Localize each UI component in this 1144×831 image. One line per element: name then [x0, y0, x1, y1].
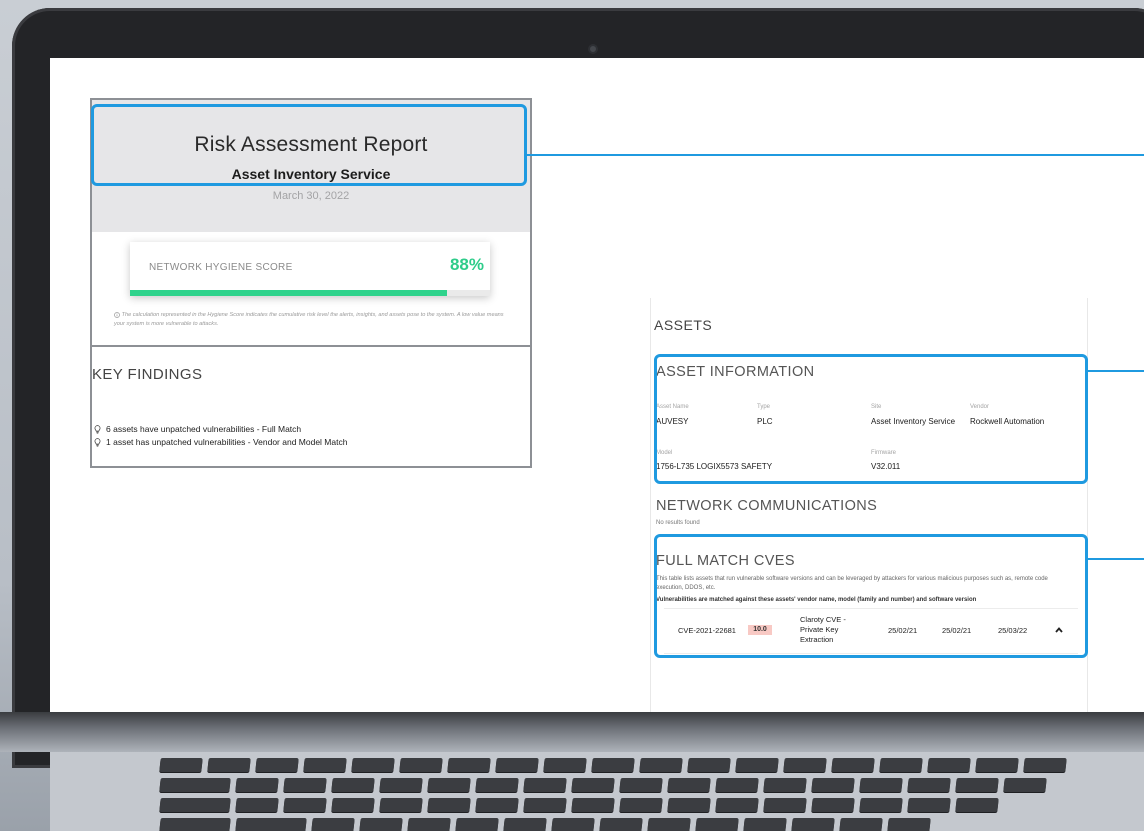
- list-item: 1 asset has unpatched vulnerabilities - …: [94, 436, 347, 449]
- callout-line: [1088, 558, 1144, 560]
- hygiene-score-card: NETWORK HYGIENE SCORE 88%: [130, 242, 490, 296]
- assets-heading: ASSETS: [654, 317, 713, 333]
- list-item: 6 assets have unpatched vulnerabilities …: [94, 423, 347, 436]
- full-match-cves-highlight: [654, 534, 1088, 658]
- laptop-base: [0, 712, 1144, 752]
- finding-text: 6 assets have unpatched vulnerabilities …: [106, 424, 302, 434]
- asset-information-highlight: [654, 354, 1088, 484]
- network-communications-heading: NETWORK COMMUNICATIONS: [656, 498, 878, 514]
- lightbulb-icon: [94, 438, 101, 447]
- hygiene-score-value: 88%: [449, 255, 484, 274]
- lightbulb-icon: [94, 425, 101, 434]
- callout-line: [1088, 370, 1144, 372]
- info-icon: [114, 311, 120, 318]
- report-date: March 30, 2022: [272, 190, 350, 202]
- camera-icon: [588, 44, 598, 54]
- hygiene-score-note-text: The calculation represented in the Hygie…: [114, 312, 504, 327]
- finding-text: 1 asset has unpatched vulnerabilities - …: [106, 437, 348, 447]
- key-findings-list: 6 assets have unpatched vulnerabilities …: [94, 423, 347, 449]
- screen: Risk Assessment Report Asset Inventory S…: [50, 58, 1144, 712]
- callout-line: [527, 154, 1144, 156]
- divider: [92, 345, 530, 347]
- key-findings-heading: KEY FINDINGS: [92, 366, 203, 383]
- no-results-text: No results found: [656, 520, 700, 526]
- hygiene-score-bar: [130, 290, 447, 296]
- hygiene-score-label: NETWORK HYGIENE SCORE: [149, 262, 293, 273]
- hygiene-score-track: [130, 290, 490, 296]
- hygiene-score-note: The calculation represented in the Hygie…: [114, 311, 514, 329]
- report-header-highlight: [91, 104, 527, 186]
- keyboard: [50, 752, 1144, 831]
